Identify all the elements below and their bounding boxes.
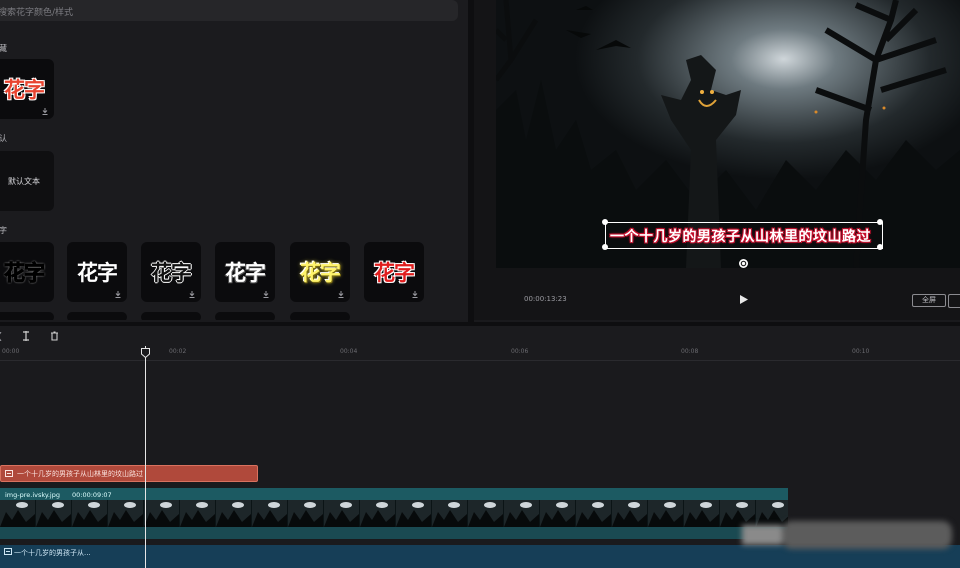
ruler-label: 00:02: [169, 348, 187, 355]
style-tile-1[interactable]: 花字: [0, 242, 54, 302]
timeline-toolbar: [0, 326, 960, 346]
default-section-label: 认: [0, 134, 7, 143]
video-frame-moon: [268, 502, 280, 508]
playhead-handle[interactable]: [141, 348, 150, 358]
video-clip-footer[interactable]: [0, 527, 788, 539]
style-preview: 花字: [151, 261, 192, 285]
video-frame-moon: [304, 502, 316, 508]
style-preview: 花字: [4, 261, 46, 286]
video-frame-moon: [664, 502, 676, 508]
video-frame-moon: [772, 502, 784, 508]
playhead[interactable]: [145, 346, 146, 568]
video-frame-moon: [124, 502, 136, 508]
default-text-label: 默认文本: [8, 177, 40, 186]
style-tile-row2[interactable]: [0, 312, 54, 320]
video-frame-moon: [52, 502, 64, 508]
video-frame-moon: [484, 502, 496, 508]
style-tile-2[interactable]: 花字: [67, 242, 127, 302]
video-frame-moon: [628, 502, 640, 508]
download-icon[interactable]: [338, 291, 344, 298]
video-frame-moon: [340, 502, 352, 508]
delete-icon[interactable]: [50, 331, 59, 341]
download-icon[interactable]: [42, 108, 48, 115]
style-tile-5[interactable]: 花字: [290, 242, 350, 302]
style-tile-3[interactable]: 花字: [141, 242, 201, 302]
ruler-label: 00:06: [511, 348, 529, 355]
resize-handle[interactable]: [877, 219, 883, 225]
download-icon[interactable]: [189, 291, 195, 298]
ruler-label: 00:04: [340, 348, 358, 355]
style-preview: 花字: [300, 261, 341, 285]
video-clip[interactable]: [0, 488, 788, 500]
video-frame-moon: [556, 502, 568, 508]
video-frame-moon: [412, 502, 424, 508]
video-frame-moon: [232, 502, 244, 508]
style-preview: 花字: [225, 261, 266, 285]
download-icon[interactable]: [115, 291, 121, 298]
ratio-button[interactable]: [948, 294, 960, 308]
styles-section-label: 字: [0, 226, 7, 235]
search-placeholder: 搜索花字颜色/样式: [0, 8, 74, 18]
video-thumbnail-strip[interactable]: [0, 500, 788, 527]
style-tile-row2[interactable]: [290, 312, 350, 320]
video-frame-moon: [160, 502, 172, 508]
style-tile-row2[interactable]: [215, 312, 275, 320]
resize-handle[interactable]: [602, 244, 608, 250]
video-frame-moon: [88, 502, 100, 508]
text-style-panel: 搜索花字颜色/样式 藏 花字 认 默认文本 字 花字 花字 花字 花字 花字 花…: [0, 0, 468, 320]
favorites-section-label: 藏: [0, 44, 7, 53]
style-tile-6[interactable]: 花字: [364, 242, 424, 302]
video-frame-moon: [376, 502, 388, 508]
audio-clip-label: 一个十几岁的男孩子从...: [14, 549, 91, 557]
audio-clip-icon: [4, 548, 12, 555]
fullscreen-button[interactable]: 全屏: [912, 294, 946, 307]
style-tile-row2[interactable]: [141, 312, 201, 320]
resize-handle[interactable]: [602, 219, 608, 225]
resize-handle[interactable]: [877, 244, 883, 250]
text-clip[interactable]: 一个十几岁的男孩子从山林里的坟山路过: [0, 465, 258, 482]
video-frame-moon: [700, 502, 712, 508]
current-time: 00:00:13:23: [524, 295, 567, 303]
style-preview: 花字: [77, 261, 118, 285]
ruler-label: 00:00: [2, 348, 20, 355]
video-frame-moon: [448, 502, 460, 508]
play-icon[interactable]: [740, 295, 748, 304]
style-tile-4[interactable]: 花字: [215, 242, 275, 302]
undo-icon[interactable]: [0, 332, 2, 341]
text-clip-icon: [5, 470, 13, 477]
watermark-blur: [742, 515, 952, 555]
style-tile-row2[interactable]: [67, 312, 127, 320]
video-frame-moon: [736, 502, 748, 508]
text-clip-label: 一个十几岁的男孩子从山林里的坟山路过: [17, 470, 143, 478]
search-input[interactable]: 搜索花字颜色/样式: [0, 0, 458, 21]
style-preview: 花字: [374, 261, 415, 285]
video-clip-duration: 00:00:09:07: [72, 491, 112, 499]
ruler-label: 00:10: [852, 348, 870, 355]
video-frame-moon: [196, 502, 208, 508]
split-icon[interactable]: [22, 331, 30, 341]
video-clip-name: img-pre.ivsky.jpg: [5, 491, 60, 499]
video-frame-moon: [592, 502, 604, 508]
default-text-tile[interactable]: 默认文本: [0, 151, 54, 211]
download-icon[interactable]: [412, 291, 418, 298]
video-frame-moon: [16, 502, 28, 508]
favorite-style-tile[interactable]: 花字: [0, 59, 54, 119]
video-frame-moon: [520, 502, 532, 508]
rotate-icon[interactable]: [738, 258, 749, 269]
favorite-style-preview: 花字: [4, 78, 45, 102]
download-icon[interactable]: [263, 291, 269, 298]
ruler-label: 00:08: [681, 348, 699, 355]
subtitle-text[interactable]: 一个十几岁的男孩子从山林里的坟山路过: [610, 226, 871, 246]
